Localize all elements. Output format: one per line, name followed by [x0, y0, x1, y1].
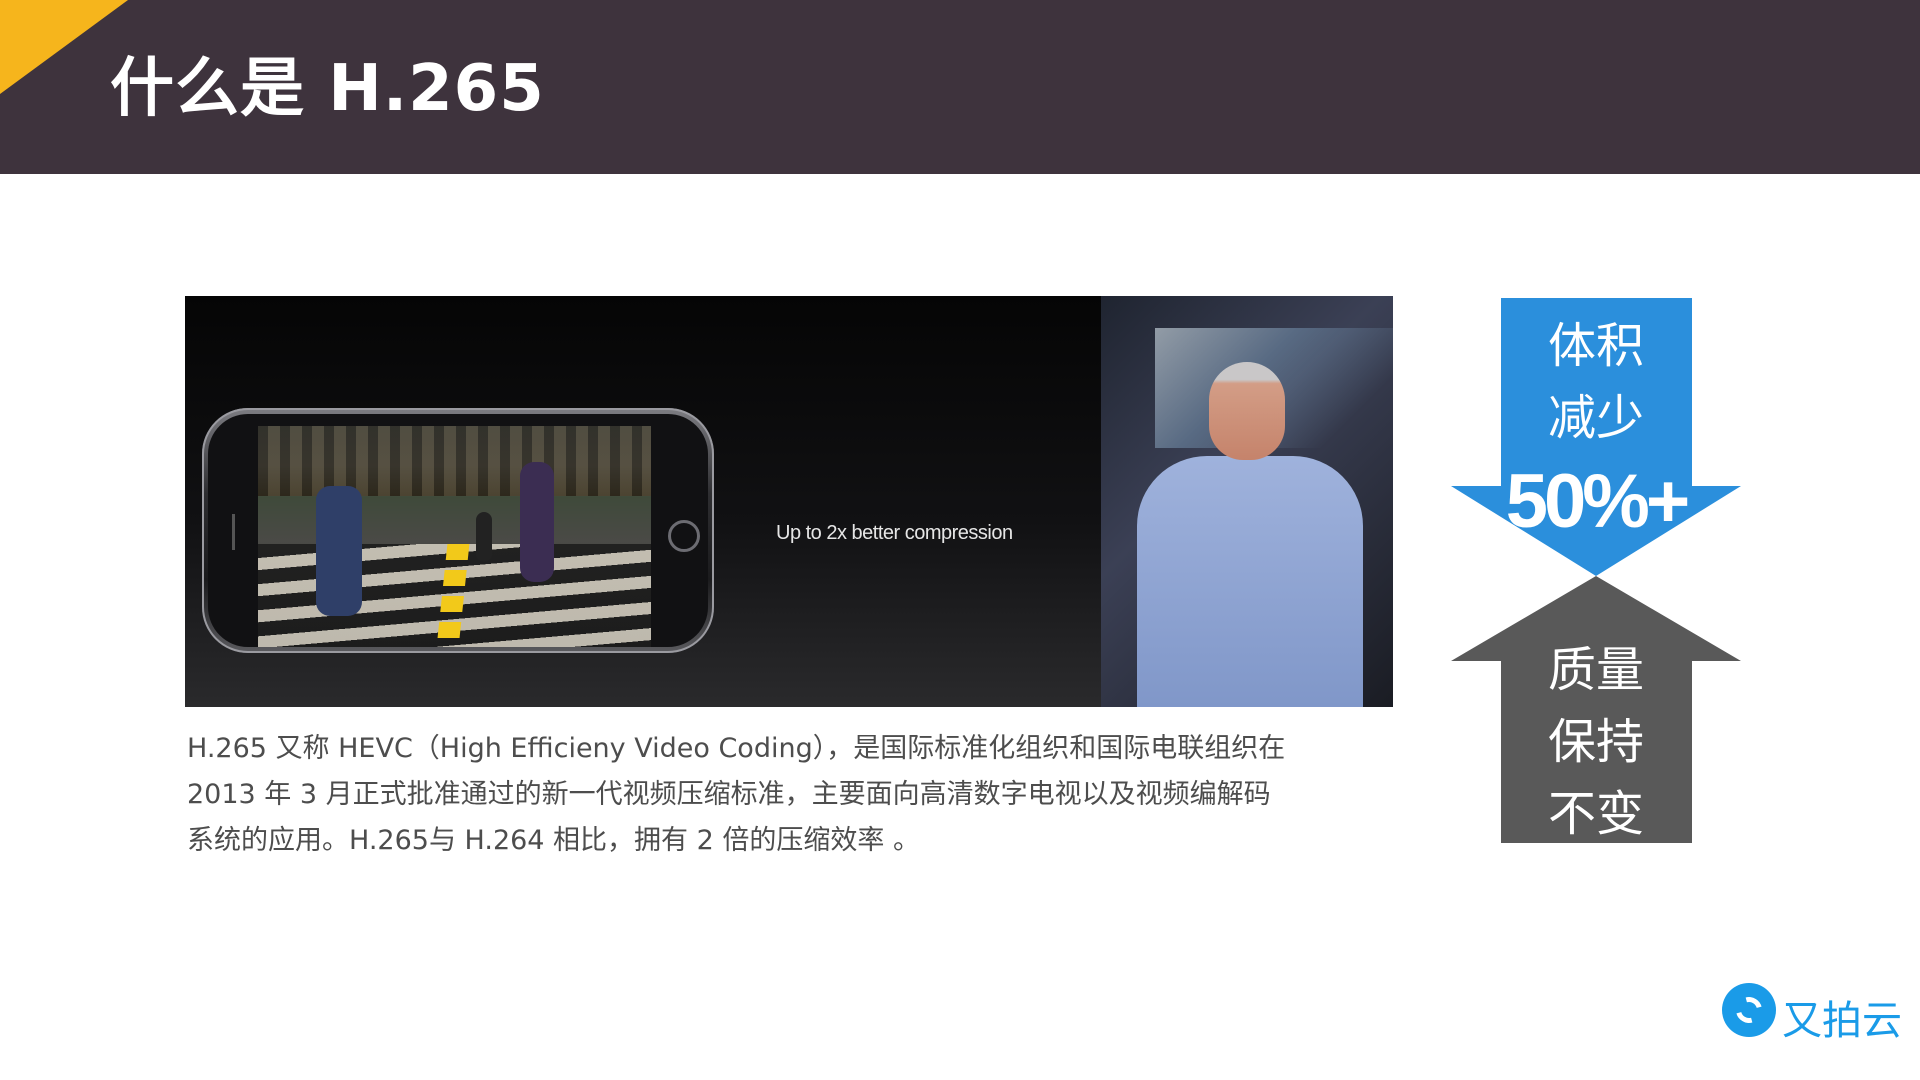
upyun-logo-icon [1722, 983, 1776, 1037]
reduction-value: 50%+ [1505, 459, 1691, 544]
phone-demo-panel: Up to 2x better compression [185, 296, 1101, 707]
down-label-line-2: 减少 [1547, 390, 1644, 446]
paragraph-line: 2013 年 3 月正式批准通过的新一代视频压缩标准，主要面向高清数字电视以及视… [187, 779, 1271, 810]
brand-name: 又拍云 [1782, 998, 1902, 1044]
size-quality-arrows: 体积 减少 50%+ 质量 保持 不变 [1451, 298, 1741, 843]
slide-title: 什么是 H.265 [110, 52, 545, 126]
up-arrow-label-clip: 质量 保持 不变 [1501, 628, 1692, 840]
up-label-line-1: 质量 [1547, 642, 1644, 698]
phone-image [202, 408, 714, 653]
paragraph-line: H.265 又称 HEVC（High Efficieny Video Codin… [187, 733, 1286, 764]
phone-screen-video [258, 426, 651, 647]
keynote-image: Up to 2x better compression [185, 296, 1393, 707]
down-arrow-label: 体积 减少 [1451, 310, 1741, 454]
compression-caption: Up to 2x better compression [776, 522, 1013, 544]
paragraph-line: 系统的应用。H.265与 H.264 相比，拥有 2 倍的压缩效率 。 [187, 825, 920, 856]
up-label-line-2: 保持 [1547, 714, 1644, 770]
up-arrow-label: 质量 保持 不变 [1501, 634, 1692, 840]
up-label-line-3: 不变 [1547, 786, 1644, 840]
slide-header: 什么是 H.265 [0, 0, 1920, 174]
presenter-image [1101, 296, 1393, 707]
corner-accent [0, 0, 128, 94]
home-button-icon [668, 520, 700, 552]
description-paragraph: H.265 又称 HEVC（High Efficieny Video Codin… [187, 726, 1412, 864]
down-label-line-1: 体积 [1547, 318, 1644, 374]
